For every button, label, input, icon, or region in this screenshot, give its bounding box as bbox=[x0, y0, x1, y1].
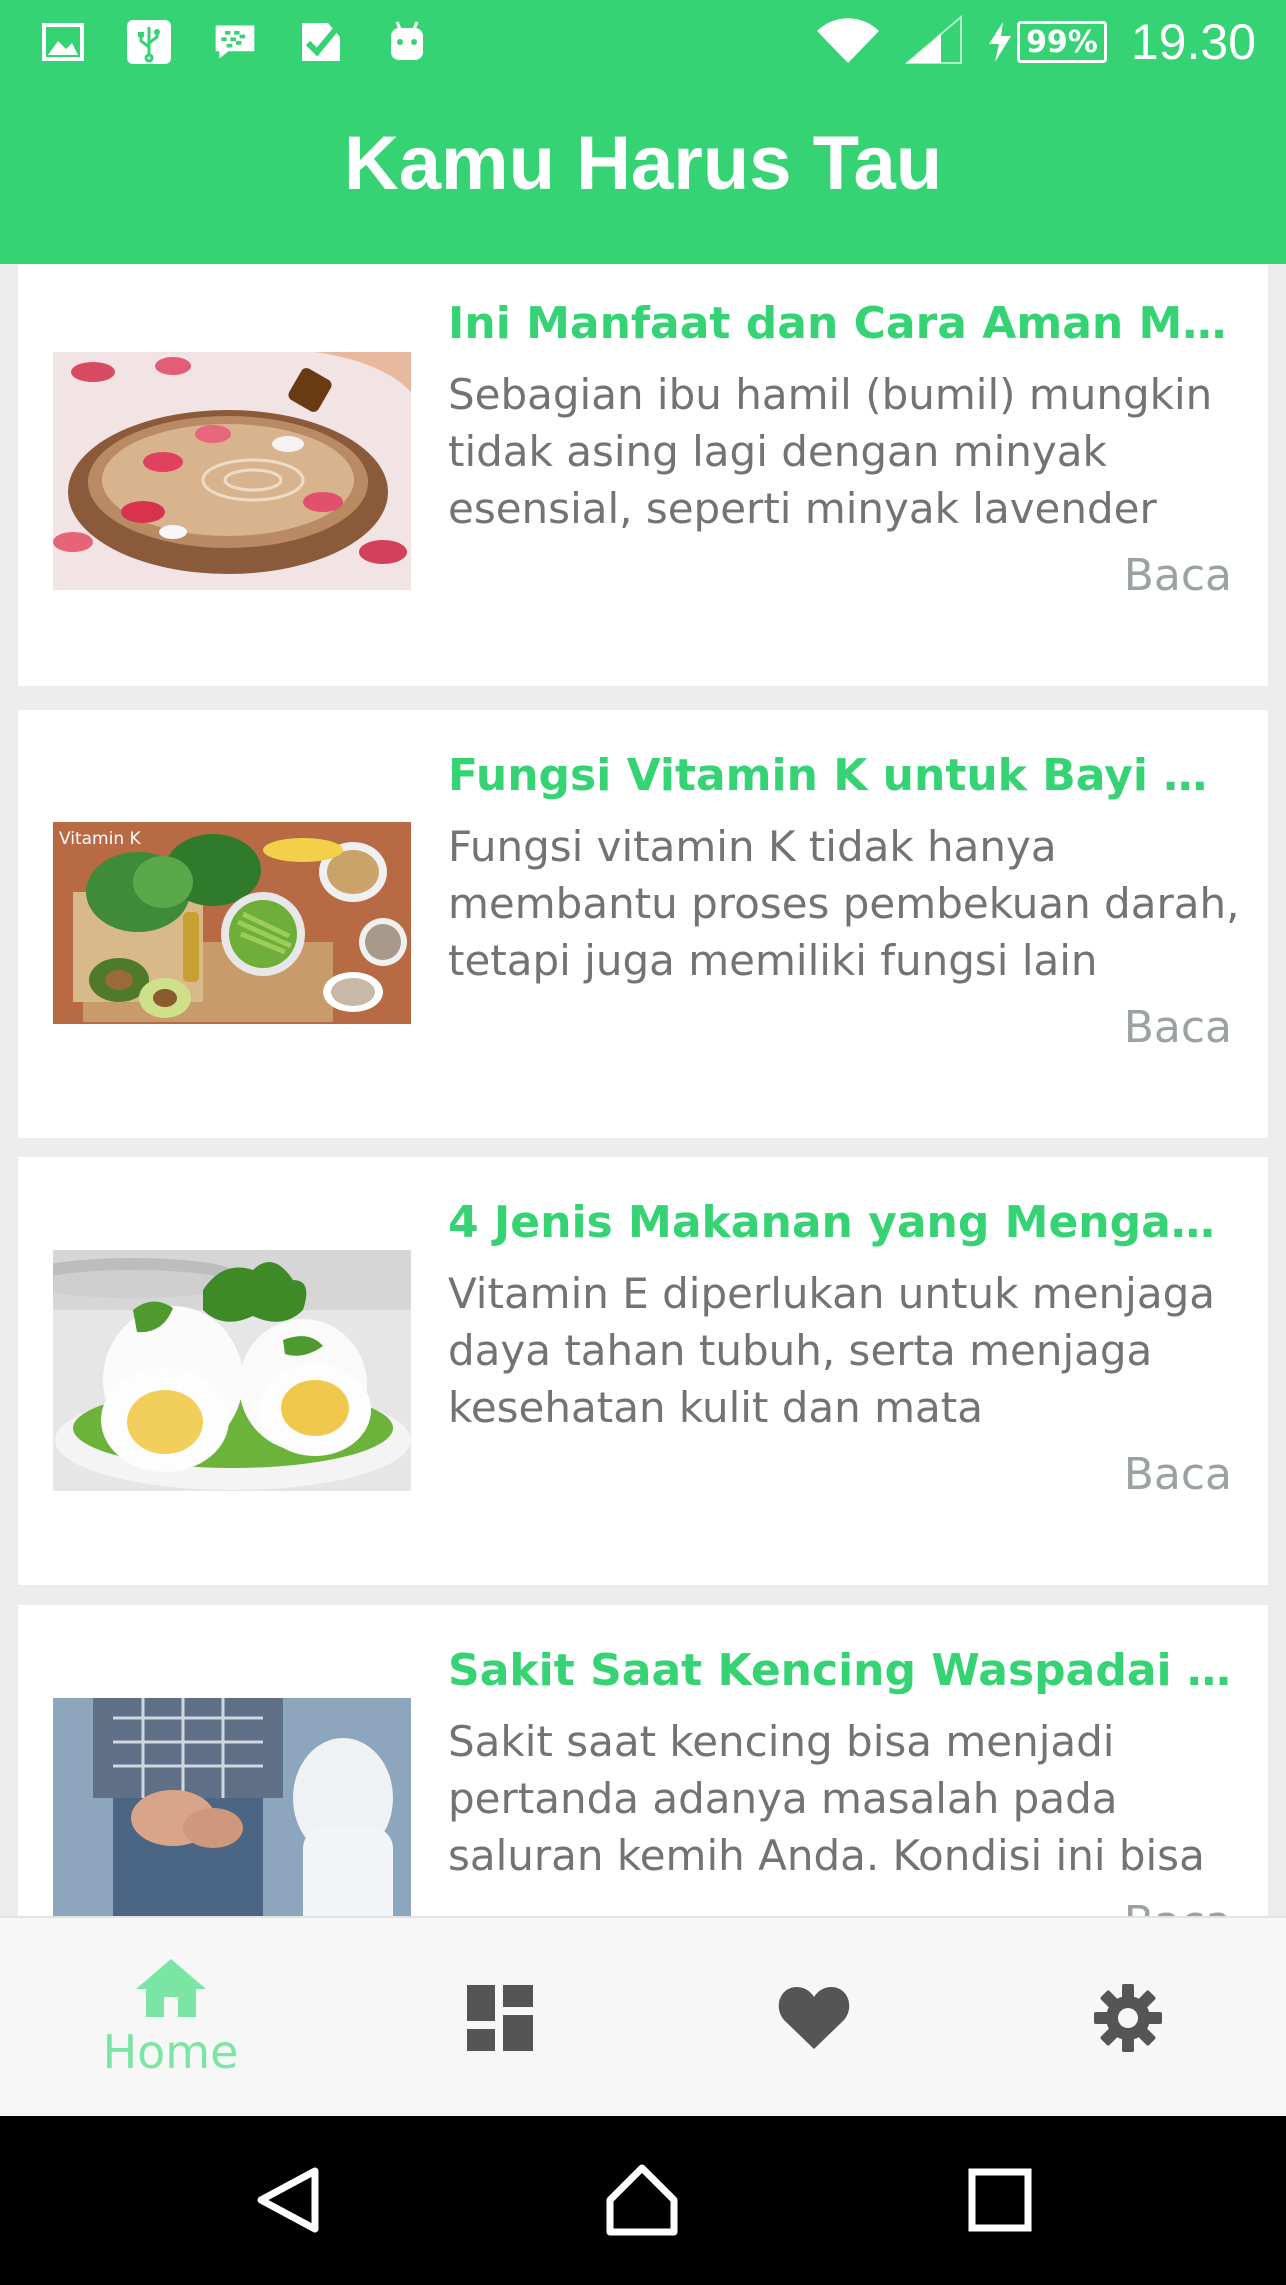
read-button[interactable]: Baca bbox=[1124, 550, 1232, 601]
article-title[interactable]: Sakit Saat Kencing Waspadai Berbagai bbox=[448, 1645, 1238, 1696]
charging-icon bbox=[989, 22, 1012, 62]
nav-item-dashboard[interactable] bbox=[339, 1918, 660, 2118]
read-button[interactable]: Baca bbox=[1124, 1449, 1232, 1500]
read-button[interactable]: Baca bbox=[1124, 1002, 1232, 1053]
clock: 19.30 bbox=[1130, 14, 1256, 70]
bottom-navigation: Home bbox=[0, 1916, 1286, 2116]
usb-icon bbox=[126, 19, 172, 65]
battery-indicator: 99% bbox=[987, 21, 1107, 63]
article-title[interactable]: Fungsi Vitamin K untuk Bayi Hingga bbox=[448, 750, 1238, 801]
battery-percent: 99% bbox=[1017, 21, 1107, 63]
article-excerpt: Sakit saat kencing bisa menjadi pertanda… bbox=[448, 1717, 1205, 1880]
page-title: Kamu Harus Tau bbox=[343, 121, 943, 206]
android-icon bbox=[384, 19, 430, 65]
image-caption-text: Vitamin K bbox=[59, 829, 142, 849]
article-thumbnail[interactable] bbox=[53, 1698, 411, 1916]
home-icon bbox=[135, 1959, 206, 2017]
dashboard-icon bbox=[466, 1985, 533, 2051]
article-thumbnail[interactable] bbox=[53, 352, 411, 590]
recents-square-icon bbox=[968, 2168, 1032, 2232]
status-bar: 99% 19.30 bbox=[0, 0, 1286, 84]
system-status-icons: 99% 19.30 bbox=[815, 10, 1256, 74]
nav-label-home: Home bbox=[102, 2025, 239, 2079]
wifi-icon bbox=[815, 15, 881, 69]
article-card[interactable]: Sakit Saat Kencing Waspadai Berbagai Sak… bbox=[18, 1605, 1268, 1916]
article-excerpt: Fungsi vitamin K tidak hanya membantu pr… bbox=[448, 822, 1240, 985]
gallery-icon bbox=[40, 19, 86, 65]
screen: 99% 19.30 Kamu Harus Tau Ini Manfaat dan… bbox=[0, 0, 1286, 2285]
read-button[interactable]: Baca bbox=[1124, 1897, 1232, 1916]
cell-signal-icon bbox=[904, 14, 963, 69]
article-card[interactable]: Vitamin K Fungsi Vitamin K untuk Bayi Hi… bbox=[18, 710, 1268, 1138]
article-title[interactable]: Ini Manfaat dan Cara Aman Mengg bbox=[448, 298, 1238, 349]
article-excerpt: Vitamin E diperlukan untuk menjaga daya … bbox=[448, 1269, 1215, 1432]
task-check-icon bbox=[298, 19, 344, 65]
home-outline-icon bbox=[606, 2164, 678, 2236]
nav-item-settings[interactable] bbox=[967, 1918, 1286, 2118]
app-bar: Kamu Harus Tau bbox=[0, 84, 1286, 264]
home-system-button[interactable] bbox=[602, 2160, 682, 2240]
article-list[interactable]: Ini Manfaat dan Cara Aman Mengg Sebagian… bbox=[0, 264, 1286, 1916]
article-thumbnail[interactable]: Vitamin K bbox=[53, 822, 411, 1024]
back-triangle-icon bbox=[257, 2167, 319, 2233]
recents-button[interactable] bbox=[960, 2160, 1040, 2240]
system-navigation-bar bbox=[0, 2116, 1286, 2285]
nav-item-home[interactable]: Home bbox=[10, 1918, 331, 2118]
heart-icon bbox=[778, 1987, 849, 2049]
article-card[interactable]: 4 Jenis Makanan yang Mengandung Vitamin … bbox=[18, 1157, 1268, 1585]
nav-item-favorites[interactable] bbox=[653, 1918, 974, 2118]
article-excerpt: Sebagian ibu hamil (bumil) mungkin tidak… bbox=[448, 370, 1213, 533]
article-card[interactable]: Ini Manfaat dan Cara Aman Mengg Sebagian… bbox=[18, 264, 1268, 686]
bbm-icon bbox=[212, 19, 258, 65]
notification-icons bbox=[40, 16, 430, 68]
article-thumbnail[interactable] bbox=[53, 1250, 411, 1491]
back-button[interactable] bbox=[248, 2160, 328, 2240]
article-title[interactable]: 4 Jenis Makanan yang Mengandung bbox=[448, 1197, 1238, 1248]
gear-icon bbox=[1093, 1984, 1162, 2052]
